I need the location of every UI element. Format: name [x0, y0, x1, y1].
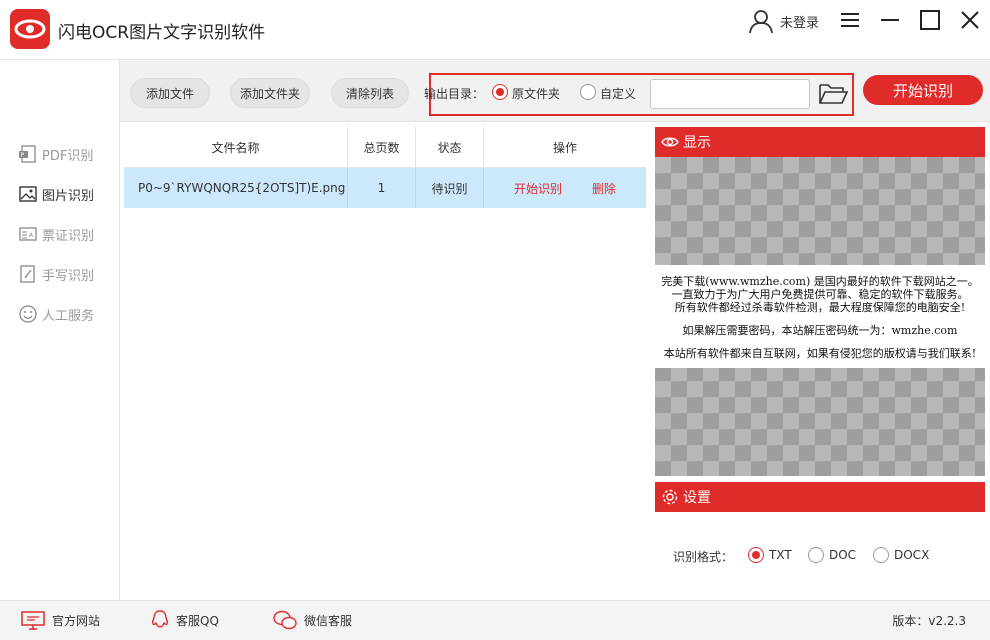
radio-format-txt[interactable] [748, 547, 764, 563]
svg-text:A: A [29, 232, 34, 239]
login-link[interactable]: 未登录 [780, 12, 819, 31]
sidebar-item-label: PDF识别 [42, 148, 94, 164]
sidebar-item-ticket[interactable]: A 票证识别 [18, 222, 94, 246]
file-name-cell: P0~9`RYWQNQR25{2OTS]T)E.png [124, 168, 348, 208]
start-recognize-button[interactable]: 开始识别 [863, 75, 983, 105]
user-icon[interactable] [748, 8, 774, 34]
gear-icon [662, 489, 678, 505]
actions-cell: 开始识别 删除 [484, 168, 646, 208]
ticket-icon: A [19, 227, 37, 241]
svg-text:P: P [21, 152, 25, 159]
output-dir-label: 输出目录： [424, 87, 485, 101]
qq-label: 客服QQ [176, 613, 219, 628]
wechat-service-link[interactable]: 微信客服 [272, 609, 352, 631]
preview-image-notice: 完美下载(www.wmzhe.com) 是国内最好的软件下载网站之一。 一直致力… [655, 265, 985, 368]
radio-original-label: 原文件夹 [512, 87, 561, 101]
smiley-icon [19, 305, 37, 323]
footer: 官方网站 客服QQ 微信客服 版本：v2.2.3 [0, 600, 990, 640]
sidebar-item-image[interactable]: 图片识别 [18, 182, 94, 206]
radio-format-docx[interactable] [873, 547, 889, 563]
image-icon [19, 186, 37, 202]
sidebar-item-service[interactable]: 人工服务 [18, 302, 94, 326]
table-header: 文件名称 总页数 状态 操作 [124, 126, 646, 168]
sidebar-item-label: 图片识别 [42, 188, 95, 204]
radio-original-folder[interactable] [492, 84, 508, 100]
col-header-status: 状态 [416, 126, 484, 168]
col-header-name: 文件名称 [124, 126, 348, 168]
pdf-icon: P [19, 145, 36, 163]
maximize-icon[interactable] [918, 8, 942, 32]
toolbar: 添加文件 添加文件夹 清除列表 输出目录： 原文件夹 自定义 开始识别 [120, 60, 990, 122]
col-header-actions: 操作 [552, 140, 577, 155]
handwriting-icon [20, 265, 35, 283]
preview-title: 显示 [683, 135, 711, 151]
settings-title: 设置 [683, 490, 711, 506]
sidebar: P PDF识别 图片识别 A 票证识别 手写识别 人工服务 [0, 60, 120, 600]
settings-panel-header: 设置 [655, 482, 985, 512]
app-window: 闪电OCR图片文字识别软件 未登录 P PDF识别 图片识别 A 票证识别 手写… [0, 0, 990, 640]
wechat-label: 微信客服 [304, 613, 353, 628]
format-docx-label: DOCX [894, 548, 930, 562]
add-file-button[interactable]: 添加文件 [130, 78, 210, 108]
notice-line: 完美下载(www.wmzhe.com) 是国内最好的软件下载网站之一。 [661, 275, 979, 288]
title-bar: 闪电OCR图片文字识别软件 未登录 [0, 0, 990, 60]
close-icon[interactable] [958, 8, 982, 32]
qq-service-link[interactable]: 客服QQ [150, 609, 219, 631]
sidebar-item-label: 票证识别 [42, 228, 95, 244]
output-path-input[interactable] [650, 79, 810, 109]
radio-custom[interactable] [580, 84, 596, 100]
page-count-cell: 1 [348, 168, 416, 208]
format-doc-label: DOC [829, 548, 857, 562]
wechat-icon [273, 610, 297, 630]
sidebar-item-pdf[interactable]: P PDF识别 [18, 142, 93, 166]
sidebar-item-label: 手写识别 [42, 268, 95, 284]
row-delete-link[interactable]: 删除 [592, 180, 616, 197]
notice-line: 所有软件都经过杀毒软件检测，最大程度保障您的电脑安全! [674, 301, 966, 314]
table-row[interactable]: P0~9`RYWQNQR25{2OTS]T)E.png 1 待识别 开始识别 删… [124, 168, 646, 208]
notice-line: 一直致力于为广大用户免费提供可靠、稳定的软件下载服务。 [671, 288, 969, 301]
settings-body: 识别格式： TXT DOC DOCX [655, 513, 985, 600]
sidebar-item-handwriting[interactable]: 手写识别 [18, 262, 94, 286]
format-label: 识别格式： [673, 550, 734, 564]
file-table: 文件名称 总页数 状态 操作 P0~9`RYWQNQR25{2OTS]T)E.p… [124, 126, 646, 600]
qq-icon [151, 610, 169, 628]
folder-open-icon[interactable] [818, 81, 848, 107]
website-label: 官方网站 [52, 613, 101, 628]
app-title: 闪电OCR图片文字识别软件 [58, 23, 266, 43]
version-label: 版本：v2.2.3 [892, 614, 966, 628]
minimize-icon[interactable] [878, 8, 902, 32]
status-cell: 待识别 [416, 168, 484, 208]
official-website-link[interactable]: 官方网站 [20, 609, 100, 631]
monitor-icon [21, 611, 45, 630]
preview-panel-header: 显示 [655, 127, 985, 157]
col-header-pages: 总页数 [348, 126, 416, 168]
menu-icon[interactable] [838, 8, 862, 32]
notice-line: 如果解压需要密码，本站解压密码统一为：wmzhe.com [682, 324, 958, 337]
app-logo-icon [10, 9, 50, 49]
format-txt-label: TXT [769, 548, 792, 562]
clear-list-button[interactable]: 清除列表 [331, 78, 409, 108]
row-start-link[interactable]: 开始识别 [514, 180, 562, 197]
sidebar-item-label: 人工服务 [42, 308, 95, 324]
radio-format-doc[interactable] [808, 547, 824, 563]
notice-line: 本站所有软件都来自互联网，如果有侵犯您的版权请与我们联系! [663, 347, 977, 360]
radio-custom-label: 自定义 [600, 87, 637, 101]
add-folder-button[interactable]: 添加文件夹 [230, 78, 310, 108]
eye-icon [661, 137, 679, 147]
